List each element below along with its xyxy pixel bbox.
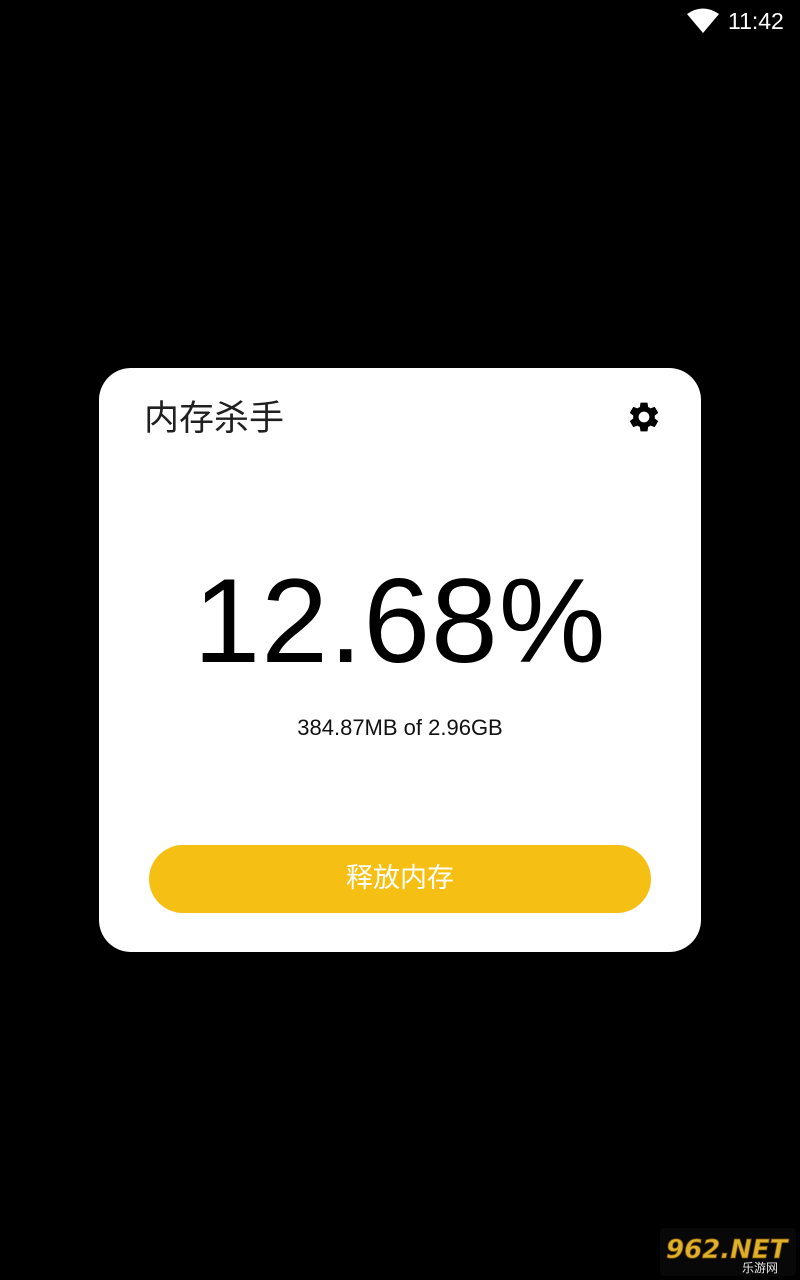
- memory-usage-detail: 384.87MB of 2.96GB: [297, 715, 503, 740]
- memory-usage-percent: 12.68%: [193, 554, 607, 688]
- status-bar: 11:42: [0, 0, 800, 40]
- watermark-sub: 乐游网: [742, 1261, 778, 1275]
- wifi-icon: [686, 8, 720, 34]
- gear-icon: [626, 399, 662, 439]
- memory-card: 内存杀手 12.68% 384.87MB of 2.96GB 释放内存: [99, 368, 701, 952]
- app-title: 内存杀手: [144, 399, 285, 439]
- settings-button[interactable]: [621, 396, 667, 442]
- status-time: 11:42: [728, 8, 784, 34]
- site-watermark: 962.NET 乐游网: [660, 1228, 796, 1276]
- release-memory-button[interactable]: 释放内存: [149, 845, 651, 913]
